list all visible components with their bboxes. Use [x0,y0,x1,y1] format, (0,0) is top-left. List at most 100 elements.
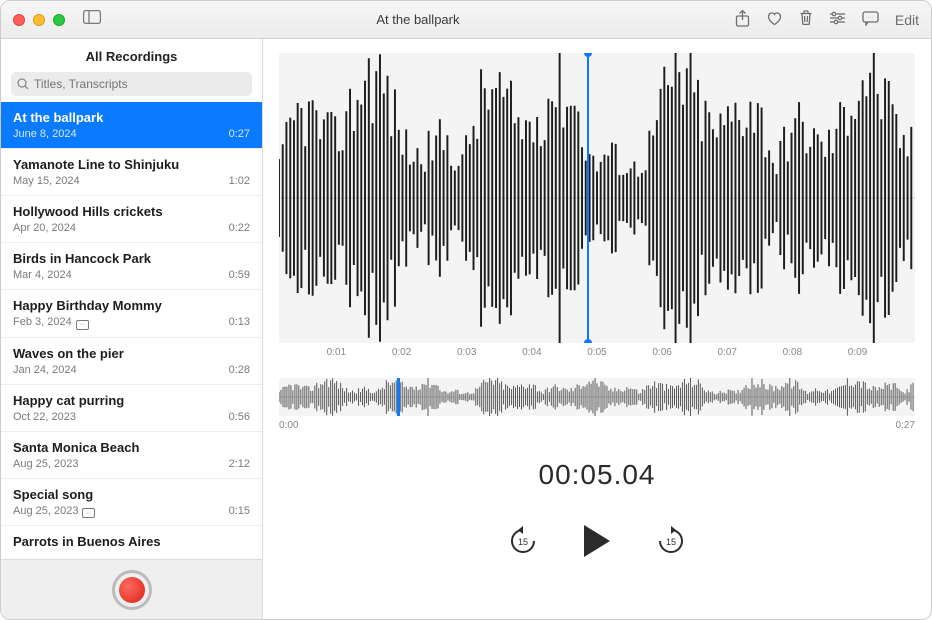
recording-date: Feb 3, 2024·· [13,316,89,329]
list-item[interactable]: Happy cat purring Oct 22, 2023 0:56 [1,385,262,432]
recording-duration: 0:28 [229,364,250,376]
recording-duration: 0:27 [229,128,250,140]
list-item[interactable]: Yamanote Line to Shinjuku May 15, 2024 1:0… [1,149,262,196]
detail-pane: 0:01 0:02 0:03 0:04 0:05 0:06 0:07 0:08 0:09 0:0… [263,39,931,619]
tick-label: 0:06 [652,347,671,358]
overview-range: 0:00 0:27 [279,420,915,431]
recording-name: Waves on the pier [13,346,250,361]
settings-sliders-icon[interactable] [829,11,846,28]
search-box[interactable] [11,72,252,96]
recording-name: Birds in Hancock Park [13,251,250,266]
trash-icon[interactable] [799,10,813,29]
list-item[interactable]: Hollywood Hills crickets Apr 20, 2024 0:22 [1,196,262,243]
recording-meta: Oct 22, 2023 0:56 [13,411,250,423]
recording-date: Jan 24, 2024 [13,364,77,376]
window-controls [13,14,65,26]
favorite-icon[interactable] [766,11,783,29]
recording-name: Hollywood Hills crickets [13,204,250,219]
tick-label: 0:02 [392,347,411,358]
list-item[interactable]: At the ballparkJune 8, 20240:27 [1,102,262,149]
recording-meta: Feb 3, 2024·· 0:13 [13,316,250,329]
skip-forward-15-button[interactable]: 15 [656,526,686,556]
record-icon [119,577,145,603]
list-item[interactable]: Parrots in Buenos Aires [1,526,262,559]
sidebar: All Recordings At the ballparkJune 8, 20… [1,39,263,619]
tick-label: 0:05 [587,347,606,358]
overview-end: 0:27 [896,420,915,431]
record-button[interactable] [112,570,152,610]
list-item[interactable]: Happy Birthday Mommy Feb 3, 2024·· 0:13 [1,290,262,338]
transcript-badge-icon: ·· [82,508,95,518]
list-item[interactable]: Special song Aug 25, 2023·· 0:15 [1,479,262,527]
skip-back-15-button[interactable]: 15 [508,526,538,556]
timecode-display: 00:05.04 [279,459,915,491]
recording-name: Happy Birthday Mommy [13,298,250,313]
search-input[interactable] [34,77,246,91]
share-icon[interactable] [735,10,750,30]
list-item[interactable]: Santa Monica Beach Aug 25, 2023 2:12 [1,432,262,479]
recording-duration: 0:13 [229,316,250,328]
playback-controls: 15 15 [279,525,915,557]
app-window: At the ballpark ··· Edit All Recordings … [0,0,932,620]
tick-label: 0:07 [718,347,737,358]
recording-date: Mar 4, 2024 [13,269,72,281]
recording-meta: Jan 24, 2024 0:28 [13,364,250,376]
svg-text:15: 15 [518,537,528,547]
window-title: At the ballpark [101,12,735,27]
recording-name: Parrots in Buenos Aires [13,534,250,549]
recording-meta: Apr 20, 2024 0:22 [13,222,250,234]
recording-duration: 0:15 [229,505,250,517]
transcript-icon[interactable]: ··· [862,11,879,29]
recordings-list: At the ballparkJune 8, 20240:27Yamanote … [1,102,262,559]
recording-meta: Aug 25, 2023·· 0:15 [13,505,250,518]
recording-meta: June 8, 2024 0:27 [13,128,250,140]
tick-label: 0:08 [783,347,802,358]
tick-label: 0:01 [327,347,346,358]
waveform-overview[interactable] [279,378,915,416]
tick-label: 0:03 [457,347,476,358]
recording-duration: 0:59 [229,269,250,281]
recording-date: Aug 25, 2023·· [13,505,95,518]
app-body: All Recordings At the ballparkJune 8, 20… [1,39,931,619]
list-item[interactable]: Waves on the pier Jan 24, 2024 0:28 [1,338,262,385]
recording-meta: Aug 25, 2023 2:12 [13,458,250,470]
toolbar-right: ··· Edit [735,10,919,30]
overview-playhead[interactable] [397,378,400,416]
recording-date: Oct 22, 2023 [13,411,76,423]
recording-name: Happy cat purring [13,393,250,408]
recording-date: May 15, 2024 [13,175,80,187]
recording-duration: 0:56 [229,411,250,423]
time-ruler: 0:01 0:02 0:03 0:04 0:05 0:06 0:07 0:08 0:09 [279,347,915,358]
svg-text:15: 15 [666,537,676,547]
waveform-overview-container: 0:00 0:27 [279,378,915,431]
waveform-zoomed[interactable] [279,53,915,343]
recording-meta: May 15, 2024 1:02 [13,175,250,187]
recording-meta: Mar 4, 2024 0:59 [13,269,250,281]
recording-date: Aug 25, 2023 [13,458,78,470]
recording-date: June 8, 2024 [13,128,77,140]
recording-duration: 1:02 [229,175,250,187]
search-icon [17,78,29,90]
recording-name: Santa Monica Beach [13,440,250,455]
tick-label: 0:04 [522,347,541,358]
recording-name: Yamanote Line to Shinjuku [13,157,250,172]
overview-start: 0:00 [279,420,298,431]
transcript-badge-icon: ·· [76,320,89,330]
recording-duration: 0:22 [229,222,250,234]
zoom-window-button[interactable] [53,14,65,26]
list-item[interactable]: Birds in Hancock Park Mar 4, 2024 0:59 [1,243,262,290]
playhead[interactable] [587,53,589,343]
record-bar [1,559,262,619]
sidebar-toggle-icon[interactable] [83,10,101,29]
play-button[interactable] [584,525,610,557]
edit-button[interactable]: Edit [895,12,919,28]
svg-text:···: ··· [867,15,873,21]
sidebar-title: All Recordings [1,39,262,72]
recording-date: Apr 20, 2024 [13,222,76,234]
titlebar: At the ballpark ··· Edit [1,1,931,39]
recording-name: Special song [13,487,250,502]
close-window-button[interactable] [13,14,25,26]
minimize-window-button[interactable] [33,14,45,26]
recording-duration: 2:12 [229,458,250,470]
tick-label: 0:09 [848,347,867,358]
